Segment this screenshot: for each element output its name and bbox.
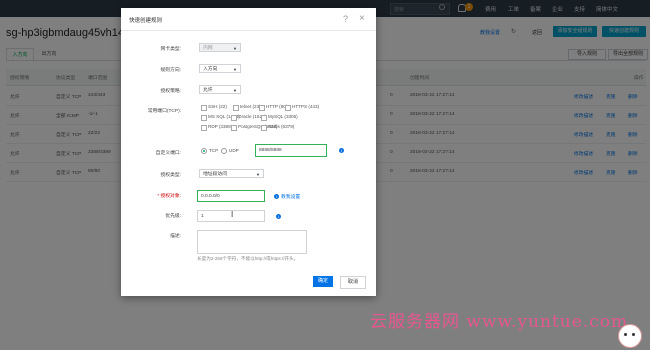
port-checkbox[interactable] bbox=[201, 115, 207, 121]
port-checkbox-label: Redis (6379) bbox=[268, 124, 295, 129]
port-checkbox[interactable] bbox=[231, 125, 237, 131]
confirm-button[interactable]: 确定 bbox=[313, 276, 333, 287]
label-common-ports: 常用端口(TCP): bbox=[147, 109, 181, 114]
label-nic-type: 网卡类型: bbox=[160, 47, 181, 52]
info-icon[interactable]: i bbox=[339, 148, 344, 153]
nic-type-select: 内网 ▼ bbox=[199, 43, 241, 52]
port-checkbox[interactable] bbox=[201, 105, 207, 111]
cancel-button[interactable]: 取消 bbox=[340, 276, 366, 289]
info-icon: i bbox=[274, 194, 279, 199]
label-policy: 授权策略: bbox=[160, 89, 181, 94]
quick-create-rule-dialog: 快速创建规则 ? × 网卡类型: 内网 ▼ 规则方向: 入方向 ▼ 授权策略: 允许… bbox=[121, 8, 376, 296]
port-checkbox[interactable] bbox=[285, 105, 291, 111]
port-checkbox[interactable] bbox=[233, 105, 239, 111]
port-checkbox[interactable] bbox=[259, 105, 265, 111]
label-direction: 规则方向: bbox=[160, 68, 181, 73]
radio-tcp[interactable] bbox=[201, 148, 207, 154]
close-icon[interactable]: × bbox=[359, 13, 365, 24]
port-checkbox-label: MySQL (3306) bbox=[268, 114, 298, 119]
auth-type-select[interactable]: 地址段访问 ▼ bbox=[199, 169, 264, 178]
custom-port-input[interactable]: 8888/8888 bbox=[255, 144, 327, 157]
label-auth-type: 授权类型: bbox=[160, 173, 181, 178]
dialog-title: 快速创建规则 bbox=[129, 18, 163, 24]
auth-help-link[interactable]: 教我设置 bbox=[281, 193, 300, 200]
label-auth-object: * 授权对象: bbox=[157, 194, 181, 199]
port-checkbox-label: RDP (3389) bbox=[208, 124, 233, 129]
description-hint: 长度为2-256个字符，不能以http://或https://开头。 bbox=[197, 256, 299, 261]
port-checkbox-label: HTTPS (443) bbox=[292, 104, 320, 109]
radio-udp-label: UDP bbox=[229, 148, 239, 153]
port-checkbox[interactable] bbox=[261, 115, 267, 121]
dialog-header: 快速创建规则 ? × bbox=[121, 8, 376, 31]
description-textarea[interactable] bbox=[197, 230, 307, 254]
port-checkbox[interactable] bbox=[231, 115, 237, 121]
label-custom-port: 自定义端口: bbox=[155, 151, 181, 156]
label-priority: 优先级: bbox=[165, 214, 181, 219]
port-checkbox-label: SSH (22) bbox=[208, 104, 227, 109]
text-cursor-icon: I bbox=[231, 210, 234, 219]
info-icon[interactable]: i bbox=[276, 214, 281, 219]
watermark-text: 云服务器网 www.yuntue.com bbox=[370, 312, 629, 332]
auth-object-input[interactable]: 0.0.0.0/0 bbox=[197, 190, 265, 202]
radio-tcp-label: TCP bbox=[209, 148, 219, 153]
mascot-icon bbox=[618, 324, 642, 348]
label-description: 描述: bbox=[170, 234, 181, 239]
direction-select[interactable]: 入方向 ▼ bbox=[199, 64, 241, 73]
port-checkbox[interactable] bbox=[261, 125, 267, 131]
help-icon[interactable]: ? bbox=[343, 14, 348, 24]
policy-select[interactable]: 允许 ▼ bbox=[199, 85, 241, 94]
port-checkbox[interactable] bbox=[201, 125, 207, 131]
radio-udp[interactable] bbox=[221, 148, 227, 154]
port-checkbox-label: telnet (23) bbox=[240, 104, 261, 109]
